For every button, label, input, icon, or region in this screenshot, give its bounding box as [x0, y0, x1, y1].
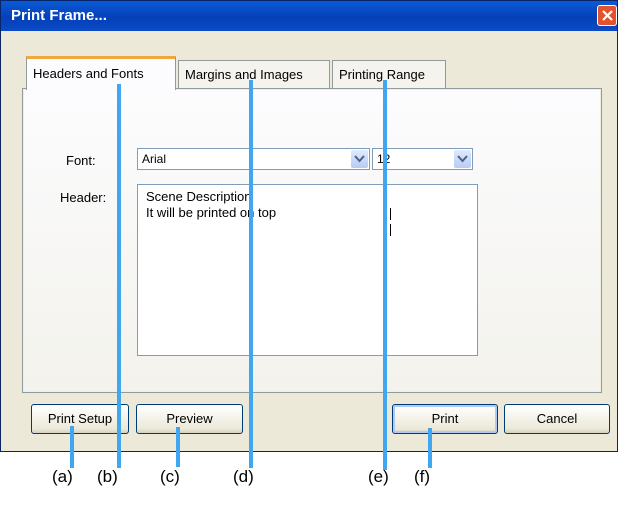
- title-bar[interactable]: Print Frame...: [1, 1, 617, 31]
- annotation-b: (b): [97, 467, 118, 486]
- tab-printing-range[interactable]: Printing Range: [332, 60, 446, 88]
- preview-button[interactable]: Preview: [136, 404, 243, 434]
- tab-headers-and-fonts[interactable]: Headers and Fonts: [26, 56, 176, 90]
- print-setup-button[interactable]: Print Setup: [31, 404, 129, 434]
- annotation-c: (c): [160, 467, 180, 486]
- annotation-d: (d): [233, 467, 254, 486]
- close-icon: [602, 10, 613, 21]
- dropdown-arrow-icon[interactable]: [351, 150, 368, 168]
- font-select[interactable]: Arial: [137, 148, 370, 170]
- pointer-line-b: [117, 84, 121, 468]
- window-title: Print Frame...: [11, 7, 107, 24]
- pointer-line-f: [428, 428, 432, 468]
- annotation-a: (a): [52, 467, 73, 486]
- header-textarea[interactable]: Scene Description It will be printed on …: [137, 184, 478, 356]
- annotation-f: (f): [414, 467, 431, 486]
- annotation-e: (e): [368, 467, 389, 486]
- cancel-button[interactable]: Cancel: [504, 404, 610, 434]
- header-label: Header:: [60, 190, 107, 205]
- pointer-line-d: [249, 80, 253, 468]
- pointer-line-a: [70, 426, 74, 468]
- font-size-select[interactable]: 12: [372, 148, 473, 170]
- close-button[interactable]: [597, 5, 617, 26]
- font-label: Font:: [66, 153, 96, 168]
- dropdown-arrow-icon[interactable]: [454, 150, 471, 168]
- header-text-line-1: Scene Description: [146, 189, 252, 204]
- tab-margins-and-images[interactable]: Margins and Images: [178, 60, 330, 88]
- pointer-line-c: [176, 427, 180, 467]
- font-select-value: Arial: [142, 152, 167, 166]
- header-text-line-2: It will be printed on top: [146, 205, 277, 220]
- print-button[interactable]: Print: [392, 404, 498, 434]
- pointer-line-e: [383, 80, 387, 470]
